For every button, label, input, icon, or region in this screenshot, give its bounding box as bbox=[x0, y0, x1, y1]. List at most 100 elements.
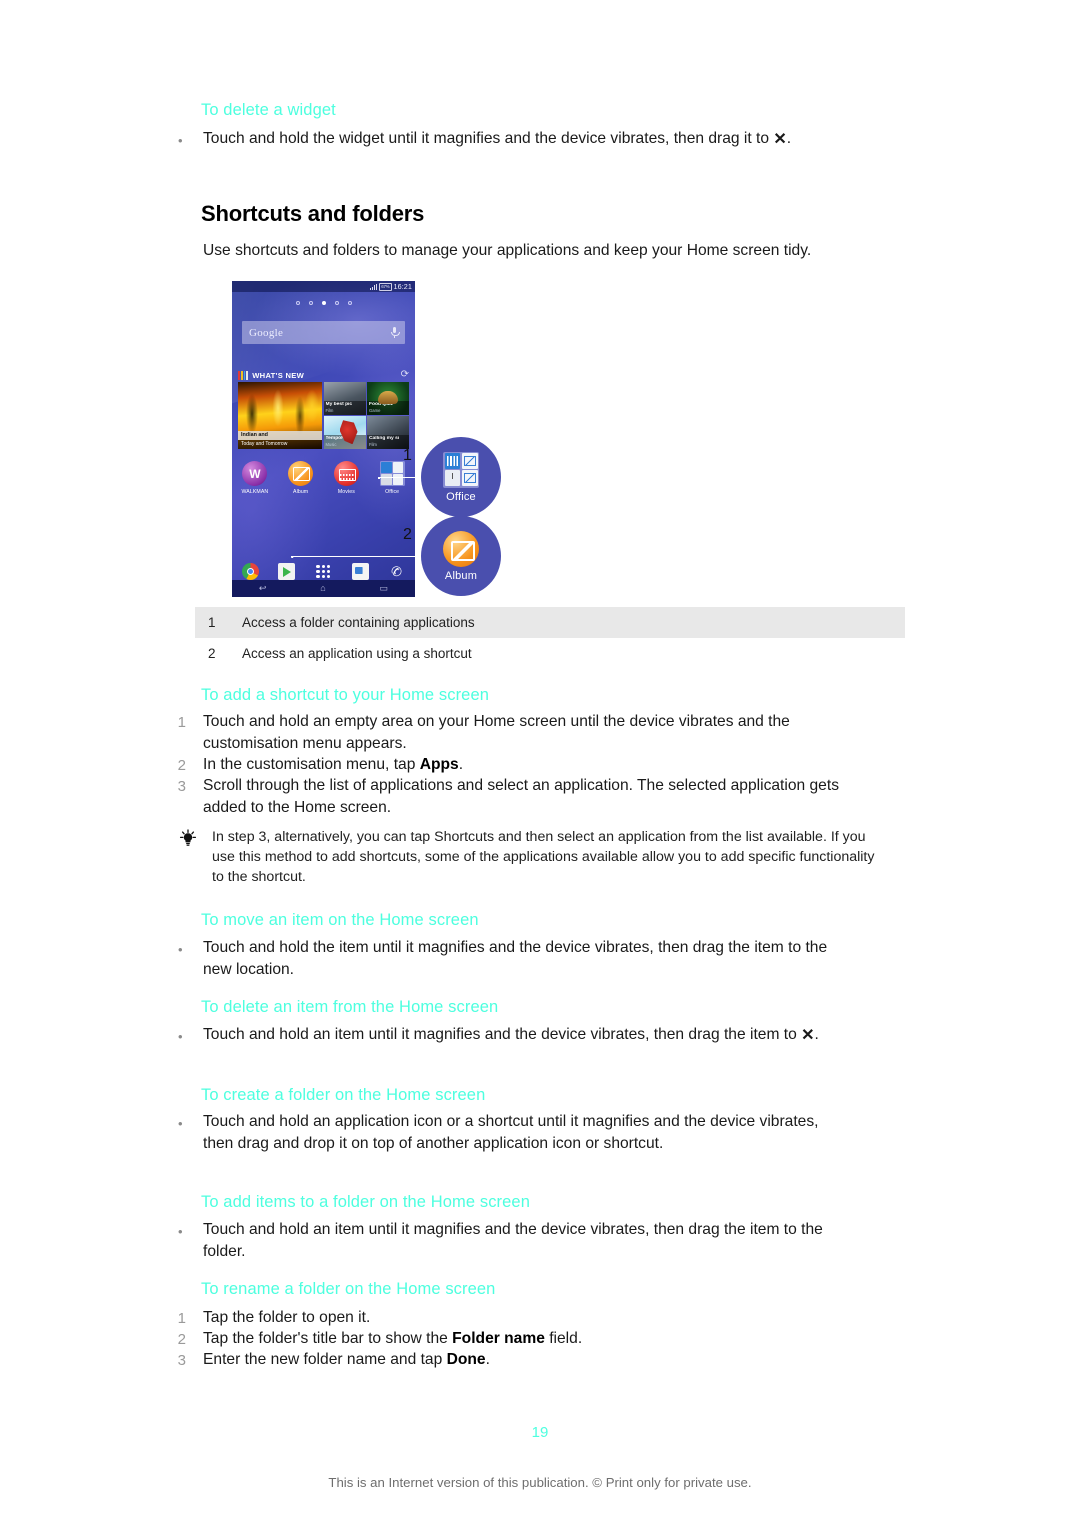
album-icon bbox=[443, 530, 479, 567]
callout-label: Office bbox=[446, 490, 476, 503]
paragraph-delete-item: Touch and hold an item until it magnifie… bbox=[203, 1024, 863, 1046]
table-row: 2 Access an application using a shortcut bbox=[195, 638, 905, 669]
paragraph-move-item: Touch and hold the item until it magnifi… bbox=[203, 939, 828, 978]
google-search-widget[interactable]: Google bbox=[242, 321, 405, 344]
page-dot[interactable] bbox=[334, 301, 339, 305]
step-text-post: . bbox=[485, 1351, 490, 1368]
step-number: 1 bbox=[177, 1310, 186, 1327]
bold-term-folder-name: Folder name bbox=[452, 1330, 545, 1347]
home-app-movies[interactable]: Movies bbox=[324, 461, 370, 495]
page-dot[interactable] bbox=[308, 301, 313, 305]
dock-slot[interactable] bbox=[232, 563, 269, 580]
heading-to-create-a-folder: To create a folder on the Home screen bbox=[201, 1086, 486, 1104]
phone-icon: ✆ bbox=[389, 562, 404, 581]
legend-number: 2 bbox=[208, 646, 216, 661]
delete-item-text-after: . bbox=[814, 1026, 819, 1043]
page-dot[interactable] bbox=[347, 301, 352, 305]
signal-icon bbox=[370, 283, 378, 290]
page-dot-active[interactable] bbox=[321, 301, 326, 305]
legend-text: Access a folder containing applications bbox=[242, 615, 475, 630]
phone-mockup: 67% 16:21 Google WHAT'S NEW ⟳ Indian and… bbox=[232, 281, 415, 597]
tile-food-quiz[interactable]: Food Quiz Game bbox=[367, 382, 409, 415]
heading-to-delete-a-widget: To delete a widget bbox=[201, 101, 336, 119]
close-icon: ✕ bbox=[773, 131, 787, 148]
tile-caption: TempoRune Music bbox=[323, 434, 366, 449]
callout-number-1: 1 bbox=[403, 447, 412, 464]
play-store-icon bbox=[278, 563, 296, 580]
whats-new-title: WHAT'S NEW bbox=[252, 370, 305, 380]
table-row: 1 Access a folder containing application… bbox=[195, 607, 905, 638]
album-icon bbox=[288, 461, 314, 486]
dock-slot[interactable]: ✆ bbox=[378, 563, 415, 580]
document-page: To delete a widget • Touch and hold the … bbox=[0, 0, 1080, 1527]
callout-circle-album: Album bbox=[421, 516, 501, 596]
delete-item-text-before: Touch and hold an item until it magnifie… bbox=[203, 1026, 802, 1043]
tile-column-a: My best pic Film TempoRune Music bbox=[323, 382, 366, 449]
dock-slot[interactable] bbox=[342, 563, 379, 580]
status-bar: 67% 16:21 bbox=[232, 281, 415, 292]
bullet-marker: • bbox=[178, 1116, 183, 1131]
delete-widget-text-after: . bbox=[786, 130, 792, 147]
heading-to-move-an-item: To move an item on the Home screen bbox=[201, 911, 479, 929]
tile-my-best-pic[interactable]: My best pic Film bbox=[323, 382, 366, 415]
heading-to-delete-an-item: To delete an item from the Home screen bbox=[201, 998, 499, 1016]
tile-calling-my-sister[interactable]: Calling my si Film bbox=[367, 416, 409, 449]
tile-caption: Indian and Today and Tomorrow bbox=[238, 431, 322, 449]
step-number: 2 bbox=[177, 1331, 186, 1348]
tile-caption: My best pic Film bbox=[323, 400, 366, 415]
bold-term-done: Done bbox=[446, 1351, 486, 1368]
bullet-marker: • bbox=[178, 133, 183, 148]
dock-slot[interactable] bbox=[305, 564, 342, 579]
refresh-icon[interactable]: ⟳ bbox=[401, 370, 409, 380]
paragraph-delete-widget: Touch and hold the widget until it magni… bbox=[203, 128, 863, 150]
home-app-walkman[interactable]: WALKMAN bbox=[232, 461, 278, 495]
step-number: 3 bbox=[177, 1352, 186, 1369]
walkman-icon bbox=[242, 461, 268, 486]
tile-column-b: Food Quiz Game Calling my si Film bbox=[367, 382, 409, 449]
callout-label: Album bbox=[444, 569, 478, 582]
battery-icon: 67% bbox=[379, 282, 392, 291]
tile-caption: Food Quiz Game bbox=[367, 400, 409, 415]
tile-temporune[interactable]: TempoRune Music bbox=[323, 416, 366, 449]
tile-subtitle: Game bbox=[369, 407, 381, 413]
status-clock: 16:21 bbox=[393, 282, 412, 291]
bold-term-apps: Apps bbox=[419, 756, 459, 773]
page-number: 19 bbox=[531, 1424, 549, 1441]
step-text-pre: Tap the folder's title bar to show the bbox=[203, 1330, 453, 1347]
callout-leader-1-riser bbox=[378, 426, 380, 479]
step-text: In the customisation menu, tap Apps. bbox=[203, 754, 853, 776]
back-icon[interactable]: ↩ bbox=[259, 584, 267, 593]
step-text: Enter the new folder name and tap Done. bbox=[203, 1349, 853, 1371]
app-label: Movies bbox=[337, 488, 355, 495]
page-dot[interactable] bbox=[295, 301, 300, 305]
office-folder-icon bbox=[443, 451, 479, 488]
app-drawer-icon bbox=[316, 564, 331, 579]
tile-title: Indian and bbox=[238, 431, 322, 440]
callout-leader-2 bbox=[291, 556, 426, 557]
step-number: 1 bbox=[177, 714, 186, 731]
home-app-album[interactable]: Album bbox=[278, 461, 324, 495]
home-icon[interactable]: ⌂ bbox=[320, 584, 325, 593]
illustration-legend-table: 1 Access a folder containing application… bbox=[195, 607, 905, 669]
tile-featured[interactable]: Indian and Today and Tomorrow bbox=[238, 382, 322, 449]
step-text: Touch and hold an empty area on your Hom… bbox=[203, 713, 790, 752]
messaging-icon bbox=[351, 563, 369, 580]
step-text-pre: In the customisation menu, tap bbox=[203, 756, 420, 773]
legend-number: 1 bbox=[208, 615, 216, 630]
step-number: 2 bbox=[177, 757, 186, 774]
home-screen-illustration: 67% 16:21 Google WHAT'S NEW ⟳ Indian and… bbox=[232, 281, 524, 599]
heading-to-add-a-shortcut: To add a shortcut to your Home screen bbox=[201, 686, 490, 704]
movies-icon bbox=[333, 461, 359, 486]
tile-subtitle: Film bbox=[325, 407, 334, 413]
tile-subtitle: Music bbox=[325, 441, 337, 447]
android-nav-bar: ↩ ⌂ ▭ bbox=[232, 580, 415, 597]
dock-slot[interactable] bbox=[269, 563, 306, 580]
footer-note: This is an Internet version of this publ… bbox=[328, 1475, 752, 1490]
recents-icon[interactable]: ▭ bbox=[380, 584, 389, 593]
microphone-icon[interactable] bbox=[391, 327, 400, 338]
tile-subtitle: Today and Tomorrow bbox=[238, 439, 322, 449]
app-label: Office bbox=[385, 488, 400, 495]
paragraph-add-items-folder: Touch and hold an item until it magnifie… bbox=[203, 1221, 823, 1260]
whats-new-widget-header: WHAT'S NEW ⟳ bbox=[238, 369, 409, 381]
office-folder-icon bbox=[379, 461, 405, 486]
